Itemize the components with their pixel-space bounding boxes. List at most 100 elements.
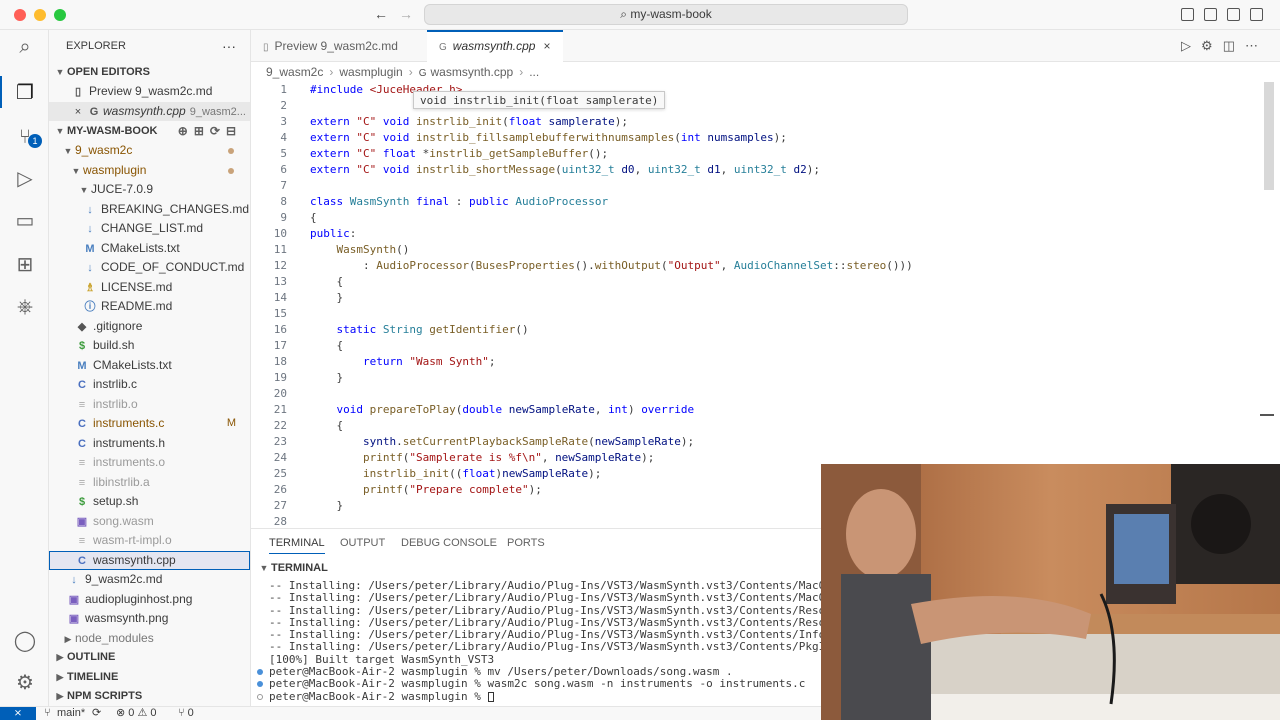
command-decoration-icon[interactable]	[257, 681, 263, 688]
tab-preview[interactable]: ▯ Preview 9_wasm2c.md	[251, 30, 426, 62]
outline-section[interactable]: ▶ OUTLINE	[49, 648, 250, 668]
editor-scrollbar[interactable]	[1264, 82, 1274, 190]
search-icon[interactable]: ⌕	[12, 34, 38, 60]
code-line[interactable]: 15	[251, 306, 1261, 322]
tab-debug-console[interactable]: DEBUG CONSOLE	[401, 537, 497, 549]
file-item[interactable]: ↓ 9_wasm2c.md	[49, 570, 250, 590]
project-section[interactable]: ▼ MY-WASM-BOOK ⊕⊞⟳⊟	[49, 121, 250, 141]
code-line[interactable]: 19 }	[251, 370, 1261, 386]
split-editor-icon[interactable]: ◫	[1223, 38, 1245, 53]
code-line[interactable]: 3 extern "C" void instrlib_init(float sam…	[251, 114, 1261, 130]
code-line[interactable]: 21 void prepareToPlay(double newSampleRa…	[251, 402, 1261, 418]
code-line[interactable]: 7	[251, 178, 1261, 194]
extensions-icon[interactable]: ⊞	[12, 252, 38, 278]
back-arrow-icon[interactable]: ←	[374, 6, 388, 22]
code-line[interactable]: 4 extern "C" void instrlib_fillsamplebuff…	[251, 130, 1261, 146]
file-item[interactable]: $ setup.sh	[49, 492, 250, 512]
folder-9-wasm2c[interactable]: ▼ 9_wasm2c	[49, 141, 250, 161]
terminal-output[interactable]: -- Installing: /Users/peter/Library/Audi…	[251, 580, 823, 706]
file-item[interactable]: M CMakeLists.txt	[49, 356, 250, 376]
git-branch[interactable]: main*	[57, 707, 85, 720]
settings-gear-icon[interactable]: ⚙	[12, 670, 38, 696]
file-item[interactable]: ♗ LICENSE.md	[49, 278, 250, 298]
file-item[interactable]: ▣ wasmsynth.png	[49, 609, 250, 629]
minimize-window-button[interactable]	[34, 9, 46, 21]
file-item[interactable]: Cinstrlib.c	[49, 375, 250, 395]
npm-scripts-section[interactable]: ▶ NPM SCRIPTS	[49, 687, 250, 706]
run-icon[interactable]: ▷	[1181, 38, 1201, 53]
command-decoration-icon[interactable]	[257, 669, 263, 676]
problems-count[interactable]: ⊗ 0 ⚠ 0	[116, 707, 156, 720]
folder-node-modules[interactable]: ▶ node_modules	[49, 629, 250, 649]
remote-explorer-icon[interactable]: ▭	[12, 208, 38, 234]
ports-count[interactable]: ⑂ 0	[178, 707, 194, 720]
tab-terminal[interactable]: TERMINAL	[269, 537, 325, 554]
folder-wasmplugin[interactable]: ▼ wasmplugin	[49, 161, 250, 181]
command-decoration-icon[interactable]	[257, 693, 263, 700]
tab-output[interactable]: OUTPUT	[340, 537, 385, 549]
tab-wasmsynth[interactable]: Gwasmsynth.cpp ×	[427, 30, 563, 62]
more-actions-icon[interactable]: ⋯	[1245, 38, 1268, 53]
file-item-selected[interactable]: Cwasmsynth.cpp	[49, 550, 250, 570]
collapse-all-icon[interactable]: ⊟	[226, 124, 242, 138]
code-line[interactable]: 20	[251, 386, 1261, 402]
file-item[interactable]: ▣ song.wasm	[49, 512, 250, 532]
tab-ports[interactable]: PORTS	[507, 537, 545, 549]
code-line[interactable]: 13 {	[251, 274, 1261, 290]
sync-icon[interactable]: ⟳	[92, 707, 101, 720]
file-item[interactable]: ↓ BREAKING_CHANGES.md	[49, 200, 250, 220]
code-editor[interactable]: 1 #include <JuceHeader.h> 2 3 extern "C" voi…	[251, 82, 1280, 528]
zoom-window-button[interactable]	[54, 9, 66, 21]
breadcrumb-item[interactable]: ...	[529, 65, 539, 79]
toggle-primary-sidebar-icon[interactable]	[1181, 8, 1194, 21]
toggle-panel-icon[interactable]	[1204, 8, 1217, 21]
run-debug-icon[interactable]: ▷	[12, 166, 38, 192]
code-line[interactable]: 11 WasmSynth()	[251, 242, 1261, 258]
file-item[interactable]: Cinstruments.h	[49, 434, 250, 454]
code-line[interactable]: 5 extern "C" float *instrlib_getSampleBuf…	[251, 146, 1261, 162]
file-item[interactable]: M CMakeLists.txt	[49, 239, 250, 259]
code-line[interactable]: 6 extern "C" void instrlib_shortMessage(u…	[251, 162, 1261, 178]
file-item[interactable]: ≡ wasm-rt-impl.o	[49, 531, 250, 551]
file-item[interactable]: ↓ CHANGE_LIST.md	[49, 219, 250, 239]
settings-gear-icon[interactable]: ⚙	[1201, 38, 1223, 53]
account-icon[interactable]: ◯	[12, 628, 38, 654]
file-item[interactable]: ◆ .gitignore	[49, 317, 250, 337]
breadcrumb-item[interactable]: wasmsynth.cpp	[431, 65, 514, 79]
open-editors-section[interactable]: ▼ OPEN EDITORS	[49, 62, 250, 82]
open-editor-item[interactable]: × Gwasmsynth.cpp 9_wasm2...	[49, 101, 250, 122]
close-icon[interactable]: ×	[543, 39, 550, 53]
more-actions-icon[interactable]: ···	[222, 30, 236, 62]
forward-arrow-icon[interactable]: →	[399, 6, 413, 22]
code-line[interactable]: 17 {	[251, 338, 1261, 354]
code-line[interactable]: 12 : AudioProcessor(BusesProperties().wi…	[251, 258, 1261, 274]
code-line[interactable]: 14 }	[251, 290, 1261, 306]
code-line[interactable]: 16 static String getIdentifier()	[251, 322, 1261, 338]
folder-juce[interactable]: ▼ JUCE-7.0.9	[49, 180, 250, 200]
file-item[interactable]: ↓ CODE_OF_CONDUCT.md	[49, 258, 250, 278]
close-window-button[interactable]	[14, 9, 26, 21]
new-file-icon[interactable]: ⊕	[178, 124, 194, 138]
code-line[interactable]: 10 public:	[251, 226, 1261, 242]
file-item[interactable]: ⓘ README.md	[49, 297, 250, 317]
breadcrumb-item[interactable]: wasmplugin	[339, 65, 402, 79]
file-item[interactable]: Cinstruments.c M	[49, 414, 250, 434]
explorer-icon[interactable]: ❐	[12, 80, 38, 106]
close-icon[interactable]: ×	[71, 103, 85, 122]
code-line[interactable]: 18 return "Wasm Synth";	[251, 354, 1261, 370]
code-line[interactable]: 2	[251, 98, 1261, 114]
code-line[interactable]: 8 class WasmSynth final : public AudioPro…	[251, 194, 1261, 210]
code-line[interactable]: 23 synth.setCurrentPlaybackSampleRate(ne…	[251, 434, 1261, 450]
timeline-section[interactable]: ▶ TIMELINE	[49, 668, 250, 688]
code-line[interactable]: 1 #include <JuceHeader.h>	[251, 82, 1261, 98]
open-editor-item[interactable]: ▯ Preview 9_wasm2c.md	[49, 82, 250, 102]
remote-indicator[interactable]: ⨯	[0, 707, 36, 720]
breadcrumb-item[interactable]: 9_wasm2c	[266, 65, 323, 79]
code-line[interactable]: 22 {	[251, 418, 1261, 434]
new-folder-icon[interactable]: ⊞	[194, 124, 210, 138]
file-item[interactable]: $ build.sh	[49, 336, 250, 356]
kubernetes-icon[interactable]: ⎈	[12, 294, 38, 320]
file-item[interactable]: ▣ audiopluginhost.png	[49, 590, 250, 610]
file-item[interactable]: ≡ instruments.o	[49, 453, 250, 473]
command-center-search[interactable]: ⌕ my-wasm-book	[424, 4, 908, 25]
